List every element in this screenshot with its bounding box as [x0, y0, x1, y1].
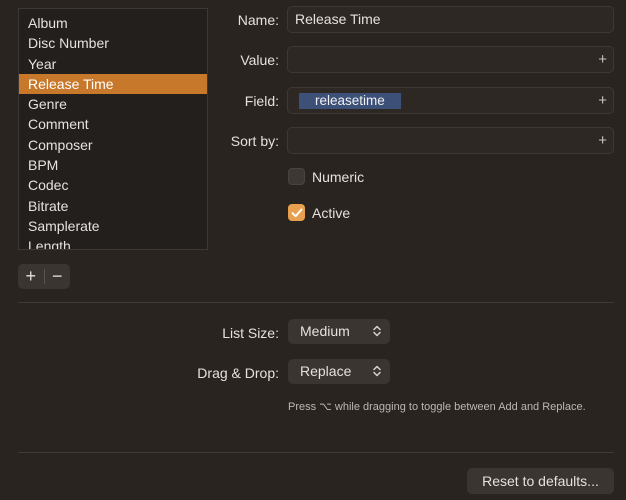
field-list-item[interactable]: Samplerate — [19, 216, 207, 236]
field-list-item[interactable]: Bitrate — [19, 196, 207, 216]
name-field[interactable]: Release Time — [287, 6, 614, 33]
name-label: Name: — [237, 12, 279, 28]
reset-defaults-button[interactable]: Reset to defaults... — [467, 468, 614, 494]
chevron-up-down-icon — [373, 359, 381, 384]
field-list[interactable]: Album Disc Number Year Release Time Genre Com… — [18, 8, 208, 250]
numeric-label: Numeric — [312, 168, 365, 185]
section-divider — [18, 302, 614, 303]
field-list-item[interactable]: Disc Number — [19, 33, 207, 53]
value-label: Value: — [240, 52, 279, 68]
chevron-up-down-icon — [373, 319, 381, 344]
dragdrop-label: Drag & Drop: — [197, 365, 279, 381]
sortby-label: Sort by: — [230, 133, 279, 149]
active-checkbox-row[interactable]: Active — [288, 204, 350, 221]
field-list-item[interactable]: Codec — [19, 175, 207, 195]
value-field[interactable]: + — [287, 46, 614, 73]
field-list-item[interactable]: Comment — [19, 114, 207, 134]
sortby-field[interactable]: + — [287, 127, 614, 154]
list-add-remove-control: + − — [18, 264, 70, 289]
numeric-checkbox-row[interactable]: Numeric — [288, 168, 364, 185]
field-list-item[interactable]: Length — [19, 236, 207, 249]
list-size-popup[interactable]: Medium — [288, 319, 390, 344]
field-list-item[interactable]: Release Time — [19, 73, 207, 95]
field-field[interactable]: releasetime + — [287, 87, 614, 114]
dragdrop-value: Replace — [300, 363, 352, 379]
field-add-token-icon[interactable]: + — [598, 88, 607, 113]
field-label: Field: — [244, 93, 279, 109]
list-size-label: List Size: — [222, 325, 279, 341]
field-list-item[interactable]: BPM — [19, 155, 207, 175]
numeric-checkbox[interactable] — [288, 168, 305, 185]
add-field-button[interactable]: + — [18, 264, 44, 289]
active-checkbox[interactable] — [288, 204, 305, 221]
value-add-token-icon[interactable]: + — [598, 47, 607, 72]
list-size-value: Medium — [300, 323, 350, 339]
sortby-add-token-icon[interactable]: + — [598, 128, 607, 153]
footer-divider — [18, 452, 614, 453]
field-list-items: Album Disc Number Year Release Time Genre Com… — [19, 9, 207, 249]
dragdrop-popup[interactable]: Replace — [288, 359, 390, 384]
name-field-value: Release Time — [295, 11, 381, 27]
field-token[interactable]: releasetime — [299, 93, 401, 109]
active-label: Active — [312, 204, 351, 221]
checkmark-icon — [291, 208, 302, 217]
dragdrop-hint: Press ⌥ while dragging to toggle between… — [288, 401, 586, 413]
remove-field-button[interactable]: − — [45, 264, 71, 289]
